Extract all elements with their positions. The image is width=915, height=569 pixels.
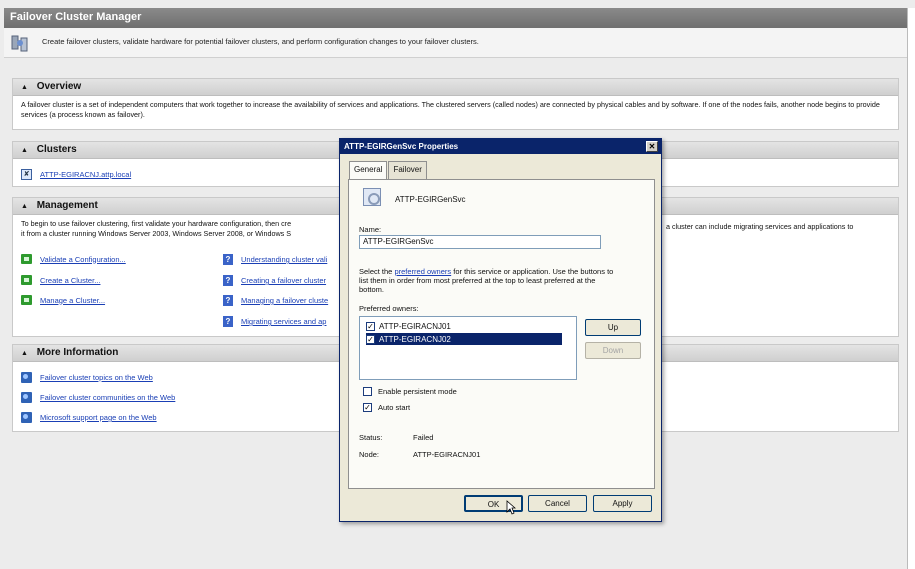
help-icon: ?: [223, 295, 233, 306]
web-link-item[interactable]: Failover cluster topics on the Web: [21, 372, 153, 383]
help-creating[interactable]: ? Creating a failover cluster: [223, 275, 326, 286]
app-title: Failover Cluster Manager: [10, 11, 142, 23]
help-icon: ?: [223, 316, 233, 327]
web-icon: [21, 412, 32, 423]
cluster-icon: ✘: [21, 169, 32, 180]
down-button[interactable]: Down: [585, 342, 641, 359]
web-link-item[interactable]: Microsoft support page on the Web: [21, 412, 157, 423]
collapse-caret-icon[interactable]: ▲: [21, 147, 28, 154]
preferred-owners-list[interactable]: ✓ ATTP-EGIRACNJ01 ✓ ATTP-EGIRACNJ02: [359, 316, 577, 380]
apply-button[interactable]: Apply: [593, 495, 652, 512]
tab-general[interactable]: General: [349, 161, 388, 179]
owner-1-name: ATTP-EGIRACNJ01: [379, 321, 451, 331]
action-create[interactable]: Create a Cluster...: [21, 275, 100, 285]
help-managing[interactable]: ? Managing a failover cluste: [223, 295, 328, 306]
auto-start-label: Auto start: [378, 403, 411, 412]
dialog-tabs: General Failover: [349, 161, 428, 179]
validate-icon: [21, 254, 32, 264]
desc-prefix: Select the: [359, 267, 395, 276]
name-field[interactable]: ATTP-EGIRGenSvc: [359, 235, 601, 249]
manage-cluster-link[interactable]: Manage a Cluster...: [40, 296, 105, 305]
help-migrating[interactable]: ? Migrating services and ap: [223, 316, 326, 327]
status-label: Status:: [359, 433, 383, 442]
migrating-services-link[interactable]: Migrating services and ap: [241, 317, 326, 326]
communities-web-link[interactable]: Failover cluster communities on the Web: [40, 393, 175, 402]
help-icon: ?: [223, 254, 233, 265]
persistent-mode-label: Enable persistent mode: [378, 387, 457, 396]
cluster-item[interactable]: ✘ ATTP-EGIRACNJ.attp.local: [21, 169, 131, 180]
collapse-caret-icon[interactable]: ▲: [21, 84, 28, 91]
scrollbar[interactable]: [907, 8, 915, 569]
action-validate[interactable]: Validate a Configuration...: [21, 254, 126, 264]
overview-section: ▲ Overview A failover cluster is a set o…: [12, 78, 899, 130]
manage-cluster-icon: [21, 295, 32, 305]
owner-2-checkbox[interactable]: ✓: [366, 334, 375, 344]
cluster-servers-icon: [11, 35, 28, 52]
create-cluster-link[interactable]: Create a Cluster...: [40, 276, 100, 285]
auto-start-checkbox[interactable]: ✓: [363, 403, 372, 412]
service-icon: [363, 188, 381, 206]
managing-cluster-link[interactable]: Managing a failover cluste: [241, 296, 328, 305]
banner-description: Create failover clusters, validate hardw…: [42, 37, 479, 46]
validate-configuration-link[interactable]: Validate a Configuration...: [40, 255, 126, 264]
collapse-caret-icon[interactable]: ▲: [21, 203, 28, 210]
web-icon: [21, 372, 32, 383]
cluster-link[interactable]: ATTP-EGIRACNJ.attp.local: [40, 170, 131, 179]
name-label: Name:: [359, 225, 382, 234]
node-label: Node:: [359, 450, 380, 459]
persistent-mode-checkbox[interactable]: [363, 387, 372, 396]
create-cluster-icon: [21, 275, 32, 285]
clusters-title: Clusters: [36, 144, 77, 155]
header-banner: Create failover clusters, validate hardw…: [4, 28, 907, 58]
creating-cluster-link[interactable]: Creating a failover cluster: [241, 276, 326, 285]
auto-start-option[interactable]: ✓ Auto start: [363, 403, 410, 412]
dialog-title-bar[interactable]: ATTP-EGIRGenSvc Properties ✕: [340, 139, 661, 154]
action-manage[interactable]: Manage a Cluster...: [21, 295, 105, 305]
web-link-item[interactable]: Failover cluster communities on the Web: [21, 392, 175, 403]
general-tab-panel: ATTP-EGIRGenSvc Name: ATTP-EGIRGenSvc Se…: [348, 179, 655, 489]
help-icon: ?: [223, 275, 233, 286]
collapse-caret-icon[interactable]: ▲: [21, 350, 28, 357]
preferred-owners-description: Select the preferred owners for this ser…: [359, 267, 621, 294]
cancel-button[interactable]: Cancel: [528, 495, 587, 512]
service-name-heading: ATTP-EGIRGenSvc: [395, 195, 466, 204]
owner-2-name: ATTP-EGIRACNJ02: [379, 334, 451, 344]
app-title-bar: Failover Cluster Manager: [4, 8, 907, 28]
support-web-link[interactable]: Microsoft support page on the Web: [40, 413, 157, 422]
list-item-owner-2[interactable]: ✓ ATTP-EGIRACNJ02: [366, 333, 562, 345]
web-icon: [21, 392, 32, 403]
tab-failover[interactable]: Failover: [388, 161, 427, 179]
overview-title: Overview: [36, 81, 82, 92]
status-value: Failed: [413, 433, 434, 442]
node-value: ATTP-EGIRACNJ01: [413, 450, 481, 459]
help-understanding[interactable]: ? Understanding cluster vali: [223, 254, 327, 265]
properties-dialog: ATTP-EGIRGenSvc Properties ✕ General Fai…: [339, 138, 662, 522]
overview-header[interactable]: ▲ Overview: [13, 79, 898, 96]
understanding-cluster-link[interactable]: Understanding cluster vali: [241, 255, 327, 264]
overview-text: A failover cluster is a set of independe…: [21, 100, 880, 119]
more-info-title: More Information: [36, 347, 119, 358]
up-button[interactable]: Up: [585, 319, 641, 336]
persistent-mode-option[interactable]: Enable persistent mode: [363, 387, 457, 396]
close-icon[interactable]: ✕: [646, 141, 658, 152]
management-text-right: a cluster can include migrating services…: [666, 222, 854, 231]
management-title: Management: [36, 200, 98, 211]
topics-web-link[interactable]: Failover cluster topics on the Web: [40, 373, 153, 382]
mouse-cursor-icon: [506, 500, 516, 515]
dialog-title: ATTP-EGIRGenSvc Properties: [344, 142, 459, 151]
preferred-owners-link[interactable]: preferred owners: [394, 267, 451, 276]
list-item-owner-1[interactable]: ✓ ATTP-EGIRACNJ01: [366, 320, 455, 332]
owner-1-checkbox[interactable]: ✓: [366, 321, 375, 331]
preferred-owners-label: Preferred owners:: [359, 304, 419, 313]
